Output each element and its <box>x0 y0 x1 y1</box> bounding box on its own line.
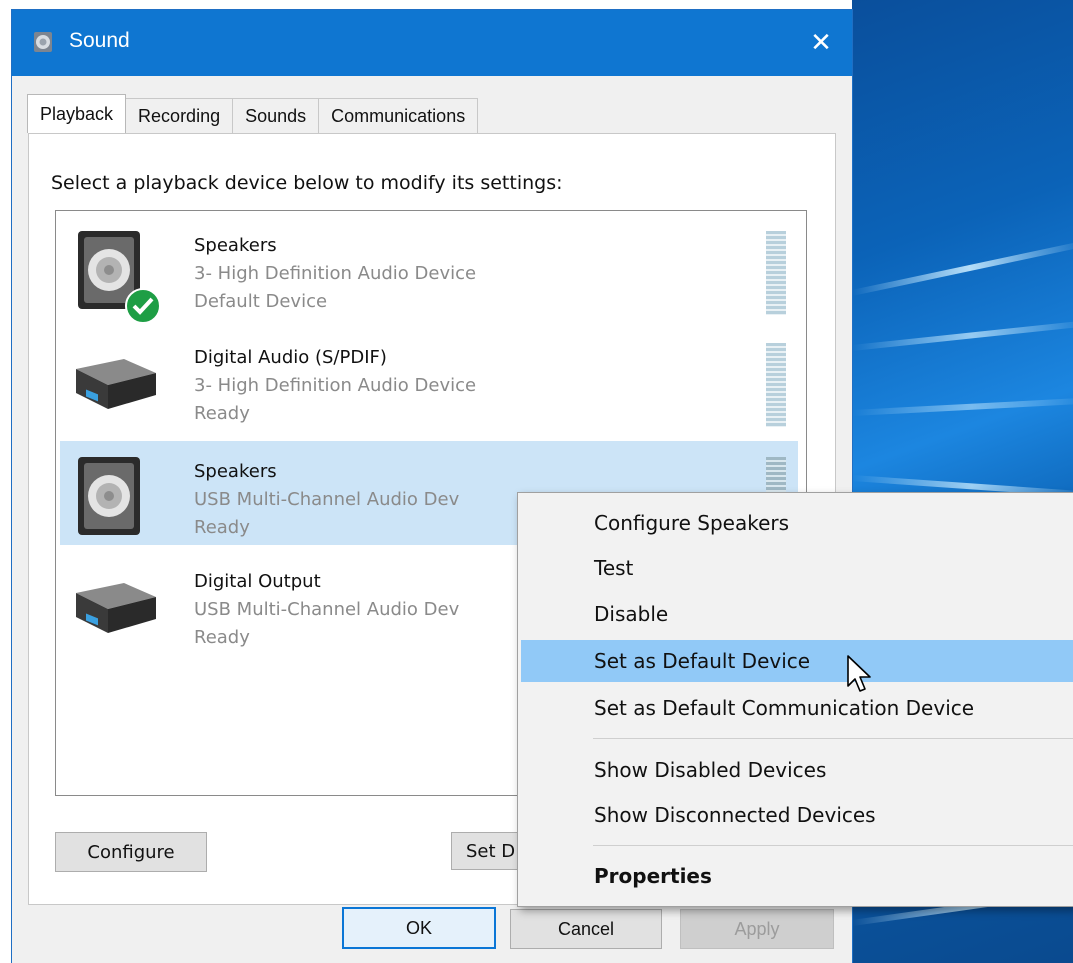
menu-item-configure-speakers[interactable]: Configure Speakers <box>521 502 1073 544</box>
close-icon: ✕ <box>810 28 832 58</box>
device-name: Digital Audio (S/PDIF) <box>194 347 387 368</box>
apply-button[interactable]: Apply <box>680 909 834 949</box>
menu-item-set-default-device[interactable]: Set as Default Device <box>521 640 1073 682</box>
menu-item-test[interactable]: Test <box>521 547 1073 589</box>
close-button[interactable]: ✕ <box>790 10 852 76</box>
volume-meter <box>766 231 786 315</box>
digital-output-icon <box>76 583 156 633</box>
device-status: Ready <box>194 403 250 424</box>
mouse-cursor-icon <box>847 655 871 692</box>
menu-separator <box>593 845 1073 846</box>
tab-playback[interactable]: Playback <box>27 94 127 133</box>
cancel-button[interactable]: Cancel <box>510 909 662 949</box>
tab-recording[interactable]: Recording <box>125 98 234 133</box>
menu-separator <box>593 738 1073 739</box>
device-status: Default Device <box>194 291 328 312</box>
menu-item-disable[interactable]: Disable <box>521 593 1073 635</box>
title-bar[interactable]: Sound ✕ <box>12 10 852 76</box>
menu-item-show-disabled-devices[interactable]: Show Disabled Devices <box>521 749 1073 791</box>
ok-button[interactable]: OK <box>342 907 496 949</box>
device-description: 3- High Definition Audio Device <box>194 375 477 396</box>
window-title: Sound <box>69 29 130 52</box>
speaker-app-icon <box>34 32 52 52</box>
menu-item-set-default-communication-device[interactable]: Set as Default Communication Device <box>521 687 1073 729</box>
instruction-text: Select a playback device below to modify… <box>51 172 563 194</box>
device-item[interactable]: Speakers 3- High Definition Audio Device… <box>60 215 798 324</box>
device-status: Ready <box>194 627 250 648</box>
tab-sounds[interactable]: Sounds <box>232 98 320 133</box>
context-menu: Configure Speakers Test Disable Set as D… <box>517 492 1073 907</box>
device-description: 3- High Definition Audio Device <box>194 263 477 284</box>
tab-strip: Playback Recording Sounds Communications <box>27 94 479 134</box>
device-status: Ready <box>194 517 250 538</box>
digital-output-icon <box>76 359 156 409</box>
menu-item-properties[interactable]: Properties <box>521 855 1073 897</box>
device-description: USB Multi-Channel Audio Dev <box>194 489 460 510</box>
device-name: Digital Output <box>194 571 321 592</box>
device-description: USB Multi-Channel Audio Dev <box>194 599 460 620</box>
device-item[interactable]: Digital Audio (S/PDIF) 3- High Definitio… <box>60 327 798 431</box>
speaker-icon <box>78 457 140 535</box>
configure-button[interactable]: Configure <box>55 832 207 872</box>
default-check-icon <box>125 288 161 324</box>
tab-communications[interactable]: Communications <box>318 98 479 133</box>
device-name: Speakers <box>194 235 277 256</box>
menu-item-show-disconnected-devices[interactable]: Show Disconnected Devices <box>521 794 1073 836</box>
device-name: Speakers <box>194 461 277 482</box>
volume-meter <box>766 343 786 427</box>
